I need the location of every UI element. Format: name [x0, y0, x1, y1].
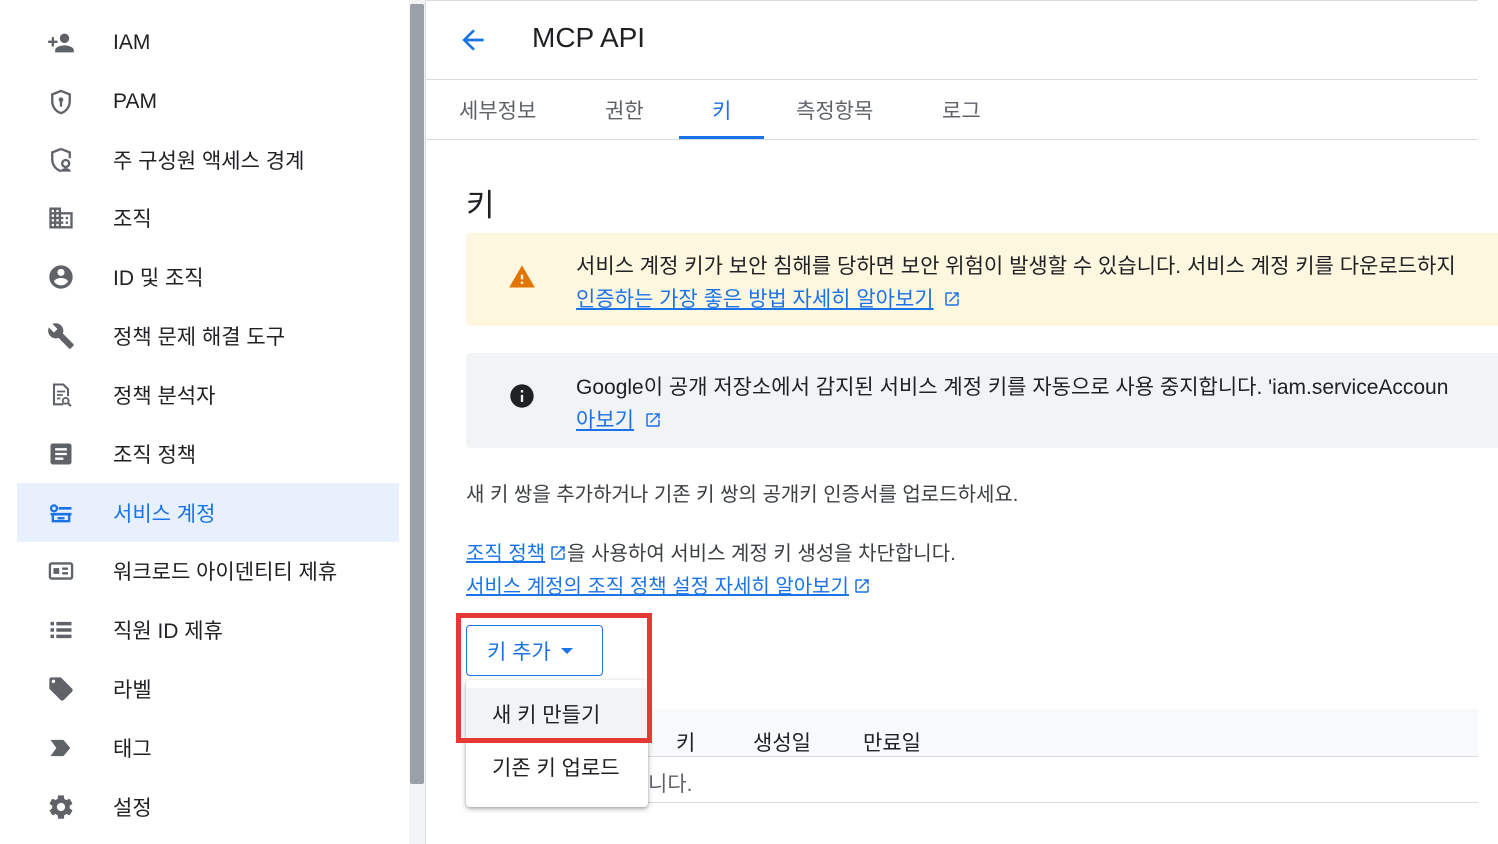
column-header-key[interactable]: 키: [676, 727, 695, 757]
add-key-button[interactable]: 키 추가: [466, 625, 603, 676]
building-icon: [47, 204, 75, 232]
tag-arrow-icon: [47, 734, 75, 762]
tab-logs[interactable]: 로그: [942, 95, 981, 125]
sidebar-item-label: 주 구성원 액세스 경계: [113, 149, 305, 173]
sidebar-item-policy-troubleshooter[interactable]: 정책 문제 해결 도구: [17, 306, 399, 365]
sidebar-item-label: 정책 분석자: [113, 384, 216, 408]
policy-learn-more[interactable]: 서비스 계정의 조직 정책 설정 자세히 알아보기: [466, 570, 871, 601]
sidebar-item-service-accounts[interactable]: 서비스 계정: [17, 483, 399, 542]
sidebar-item-organization[interactable]: 조직: [17, 188, 399, 247]
sidebar-item-label: 조직 정책: [113, 443, 197, 467]
create-new-key-menu-item[interactable]: 새 키 만들기: [466, 688, 648, 740]
wrench-icon: [47, 322, 75, 350]
service-account-icon: [47, 499, 75, 527]
sidebar: IAM PAM 주 구성원 액세스 경계 조직 ID 및 조직 정책 문제 해결…: [0, 0, 410, 844]
policy-sentence: 조직 정책 을 사용하여 서비스 계정 키 생성을 차단합니다.: [466, 537, 956, 568]
info-link-text: 아보기: [576, 409, 634, 432]
sidebar-item-label: 설정: [113, 796, 152, 820]
sidebar-item-identity-org[interactable]: ID 및 조직: [17, 247, 399, 306]
tab-permissions[interactable]: 권한: [605, 95, 644, 125]
tab-metrics[interactable]: 측정항목: [796, 95, 873, 125]
sidebar-item-settings[interactable]: 설정: [17, 777, 399, 836]
tab-keys[interactable]: 키: [712, 95, 731, 125]
keys-description: 새 키 쌍을 추가하거나 기존 키 쌍의 공개키 인증서를 업로드하세요.: [466, 484, 1019, 506]
column-header-created[interactable]: 생성일: [753, 727, 811, 757]
sidebar-item-label: 직원 ID 제휴: [113, 619, 223, 643]
info-icon: [508, 382, 536, 410]
policy-text: 을 사용하여 서비스 계정 키 생성을 차단합니다.: [567, 543, 956, 565]
info-text: Google이 공개 저장소에서 감지된 서비스 계정 키를 자동으로 사용 중…: [576, 376, 1449, 399]
gear-icon: [47, 793, 75, 821]
shield-icon: [47, 88, 75, 116]
back-arrow-icon[interactable]: [456, 24, 490, 56]
table-row-divider: [648, 802, 1478, 803]
dropdown-caret-icon: [560, 647, 573, 654]
sidebar-scrollbar-thumb[interactable]: [410, 4, 424, 784]
warning-icon: [508, 263, 536, 291]
header-divider: [426, 79, 1478, 80]
external-link-icon: [644, 411, 662, 435]
add-key-button-label: 키 추가: [487, 640, 551, 664]
upload-existing-key-menu-item[interactable]: 기존 키 업로드: [466, 741, 648, 793]
sidebar-item-label: 서비스 계정: [113, 502, 216, 526]
keys-table-header: 키 생성일 만료일: [648, 709, 1478, 757]
warning-banner: 서비스 계정 키가 보안 침해를 당하면 보안 위험이 발생할 수 있습니다. …: [466, 233, 1498, 326]
shield-person-icon: [47, 146, 75, 174]
sidebar-item-label: 라벨: [113, 678, 152, 702]
header-top-divider: [426, 0, 1478, 1]
document-search-icon: [47, 381, 75, 409]
warning-learn-more-link[interactable]: 인증하는 가장 좋은 방법 자세히 알아보기: [576, 283, 961, 314]
page-title: MCP API: [532, 22, 646, 53]
external-link-icon: [943, 290, 961, 314]
add-key-menu: 새 키 만들기 기존 키 업로드: [466, 680, 648, 807]
warning-text: 서비스 계정 키가 보안 침해를 당하면 보안 위험이 발생할 수 있습니다. …: [576, 255, 1456, 278]
sidebar-item-label: 정책 문제 해결 도구: [113, 325, 286, 349]
person-add-icon: [47, 29, 75, 57]
sidebar-item-label: PAM: [113, 89, 157, 113]
main-content: MCP API 세부정보 권한 키 측정항목 로그 키 서비스 계정 키가 보안…: [426, 0, 1498, 844]
org-policy-link[interactable]: 조직 정책: [466, 543, 545, 565]
section-title: 키: [466, 188, 495, 223]
sidebar-item-label: 워크로드 아이덴티티 제휴: [113, 560, 338, 584]
sidebar-item-principal-access-boundary[interactable]: 주 구성원 액세스 경계: [17, 130, 399, 189]
policy-learn-more-link[interactable]: 서비스 계정의 조직 정책 설정 자세히 알아보기: [466, 576, 849, 598]
tab-details[interactable]: 세부정보: [459, 95, 536, 125]
tabs-divider: [426, 139, 1478, 140]
sidebar-item-tags[interactable]: 태그: [17, 718, 399, 777]
account-circle-icon: [47, 263, 75, 291]
info-learn-more-link[interactable]: 아보기: [576, 404, 662, 435]
empty-table-message: 니다.: [648, 773, 693, 796]
sidebar-item-pam[interactable]: PAM: [17, 72, 399, 131]
document-icon: [47, 440, 75, 468]
sidebar-item-iam[interactable]: IAM: [17, 13, 399, 72]
sidebar-item-label: 태그: [113, 737, 152, 761]
sidebar-item-workforce-identity-federation[interactable]: 직원 ID 제휴: [17, 600, 399, 659]
list-icon: [47, 616, 75, 644]
sidebar-item-label: 조직: [113, 207, 152, 231]
label-tag-icon: [47, 675, 75, 703]
external-link-icon: [549, 544, 567, 568]
sidebar-item-org-policies[interactable]: 조직 정책: [17, 424, 399, 483]
sidebar-item-label: IAM: [113, 30, 151, 54]
column-header-expires[interactable]: 만료일: [863, 727, 921, 757]
info-banner: Google이 공개 저장소에서 감지된 서비스 계정 키를 자동으로 사용 중…: [466, 353, 1498, 448]
sidebar-item-workload-identity-federation[interactable]: 워크로드 아이덴티티 제휴: [17, 541, 399, 600]
sidebar-item-labels[interactable]: 라벨: [17, 659, 399, 718]
id-card-icon: [47, 557, 75, 585]
sidebar-item-label: ID 및 조직: [113, 266, 204, 290]
warning-link-text: 인증하는 가장 좋은 방법 자세히 알아보기: [576, 288, 934, 311]
sidebar-item-policy-analyzer[interactable]: 정책 분석자: [17, 365, 399, 424]
external-link-icon: [853, 577, 871, 601]
